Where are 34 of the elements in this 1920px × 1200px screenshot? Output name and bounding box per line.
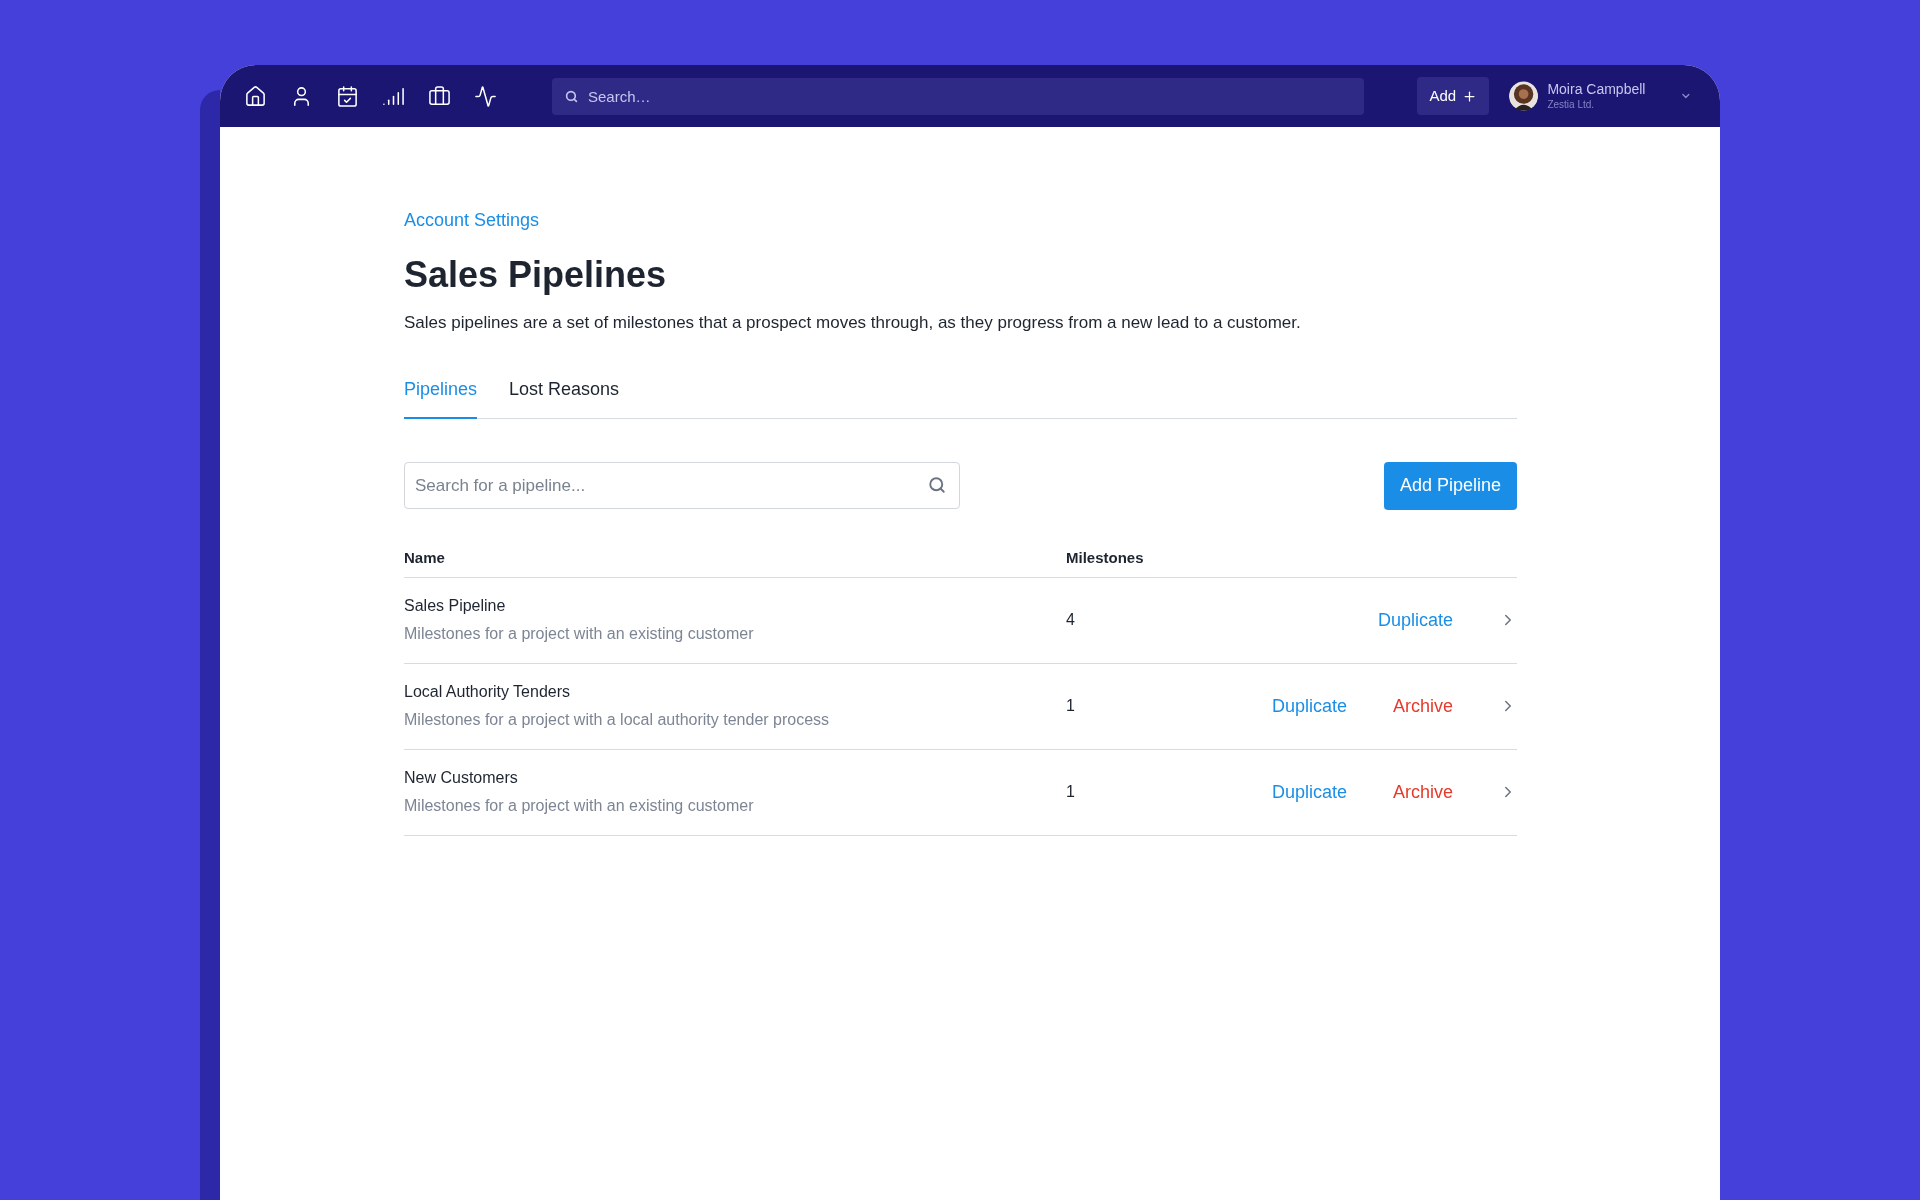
duplicate-link[interactable]: Duplicate <box>1271 692 1347 720</box>
pipeline-search-field[interactable]: Search for a pipeline... <box>404 462 960 509</box>
duplicate-link[interactable]: Duplicate <box>1377 606 1453 634</box>
page-title: Sales Pipelines <box>404 253 668 297</box>
search-field[interactable]: Search… <box>552 77 1365 115</box>
pipeline-name: Sales Pipeline <box>404 596 507 616</box>
archive-link[interactable]: Archive <box>1392 778 1453 806</box>
search-icon <box>928 476 946 494</box>
tab[interactable]: Lost Reasons <box>509 375 620 419</box>
search-icon <box>565 89 578 103</box>
page-description: Sales pipelines are a set of milestones that a prospect moves through, as they progress from a new lead to a customer. <box>404 312 1302 334</box>
plus-icon <box>1462 88 1478 104</box>
user-name: Moira Campbell <box>1547 81 1647 99</box>
briefcase-icon[interactable] <box>428 84 451 108</box>
pipeline-name: New Customers <box>404 768 519 788</box>
duplicate-link[interactable]: Duplicate <box>1271 778 1347 806</box>
archive-link[interactable]: Archive <box>1392 692 1453 720</box>
tab[interactable]: Pipelines <box>404 375 478 419</box>
pipeline-description: Milestones for a project with an existing customer <box>404 624 755 644</box>
add-pipeline-button[interactable]: Add Pipeline <box>1383 461 1517 510</box>
company-name: Zestia Ltd. <box>1547 98 1596 111</box>
add-button[interactable]: Add <box>1417 77 1490 115</box>
calendar-icon[interactable] <box>336 84 359 108</box>
milestone-count: 4 <box>1066 610 1075 630</box>
breadcrumb-link[interactable]: Account Settings <box>404 210 540 230</box>
pipeline-name: Local Authority Tenders <box>404 682 572 702</box>
activity-icon[interactable] <box>474 84 497 108</box>
home-icon[interactable] <box>244 84 267 108</box>
milestone-count: 1 <box>1066 782 1075 802</box>
pipeline-description: Milestones for a project with a local authority tender process <box>404 710 831 730</box>
milestone-count: 1 <box>1066 696 1075 716</box>
pipeline-description: Milestones for a project with an existing customer <box>404 796 755 816</box>
column-header: Name <box>404 547 446 568</box>
column-header: Milestones <box>1066 547 1144 568</box>
